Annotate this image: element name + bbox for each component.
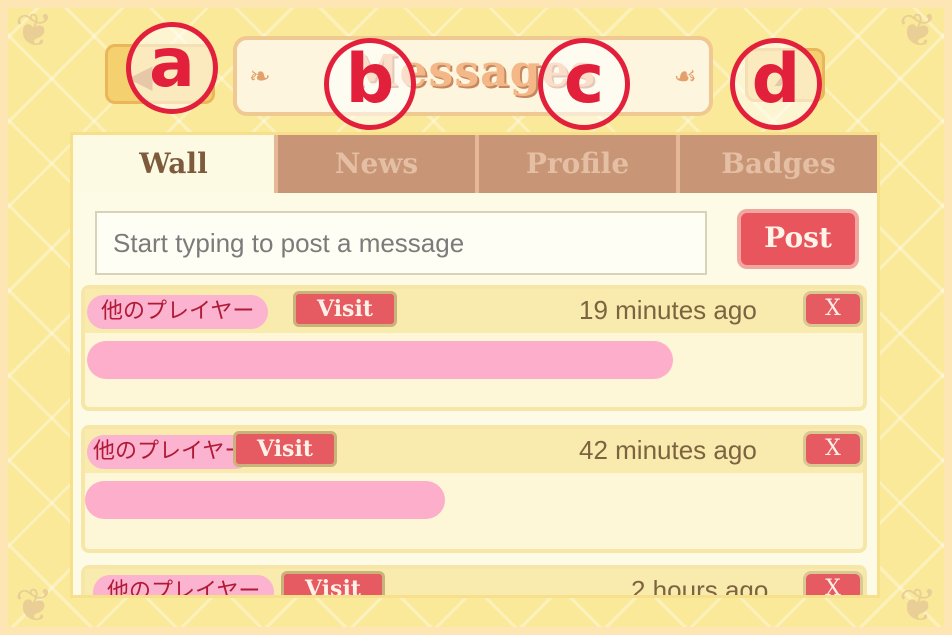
delete-message-button[interactable]: X bbox=[803, 291, 863, 327]
player-name[interactable]: 他のプレイヤー bbox=[87, 295, 269, 329]
visit-button[interactable]: Visit bbox=[233, 431, 337, 467]
tab-badges[interactable]: Badges bbox=[676, 135, 877, 193]
redacted-message-text bbox=[85, 481, 445, 519]
message-timestamp: 2 hours ago bbox=[631, 575, 769, 598]
visit-button[interactable]: Visit bbox=[281, 571, 385, 595]
corner-ornament-icon: ❦ bbox=[898, 3, 938, 57]
corner-ornament-icon: ❦ bbox=[898, 578, 938, 632]
title-plaque: ❧ Messages ☙ bbox=[233, 36, 713, 116]
tab-news[interactable]: News bbox=[274, 135, 475, 193]
message-input[interactable] bbox=[97, 213, 705, 273]
tab-bar: Wall News Profile Badges bbox=[73, 135, 877, 193]
player-name[interactable]: 他のプレイヤー bbox=[93, 575, 275, 595]
annotation-marker-c: c bbox=[538, 38, 630, 130]
corner-ornament-icon: ❦ bbox=[14, 3, 54, 57]
messages-panel: Wall News Profile Badges Post 他のプレイヤー Vi… bbox=[70, 132, 880, 598]
message-composer bbox=[95, 211, 707, 275]
redacted-message-text bbox=[87, 341, 673, 379]
flourish-icon: ☙ bbox=[673, 62, 697, 92]
annotation-marker-b: b bbox=[324, 38, 416, 130]
tab-wall[interactable]: Wall bbox=[73, 135, 274, 193]
post-button[interactable]: Post bbox=[737, 209, 859, 269]
corner-ornament-icon: ❦ bbox=[14, 578, 54, 632]
message-card: 他のプレイヤー Visit 19 minutes ago X bbox=[81, 285, 867, 411]
page-title: Messages bbox=[349, 46, 597, 97]
annotation-marker-a: a bbox=[126, 22, 218, 114]
delete-message-button[interactable]: X bbox=[803, 431, 863, 467]
message-timestamp: 42 minutes ago bbox=[579, 435, 757, 465]
message-timestamp: 19 minutes ago bbox=[579, 295, 757, 325]
message-card: 他のプレイヤー Visit 2 hours ago X bbox=[81, 565, 867, 598]
tab-profile[interactable]: Profile bbox=[475, 135, 676, 193]
visit-button[interactable]: Visit bbox=[293, 291, 397, 327]
annotation-marker-d: d bbox=[730, 38, 822, 130]
player-name[interactable]: 他のプレイヤー bbox=[87, 435, 253, 469]
delete-message-button[interactable]: X bbox=[803, 571, 863, 595]
message-card: 他のプレイヤー Visit 42 minutes ago X bbox=[81, 425, 867, 553]
